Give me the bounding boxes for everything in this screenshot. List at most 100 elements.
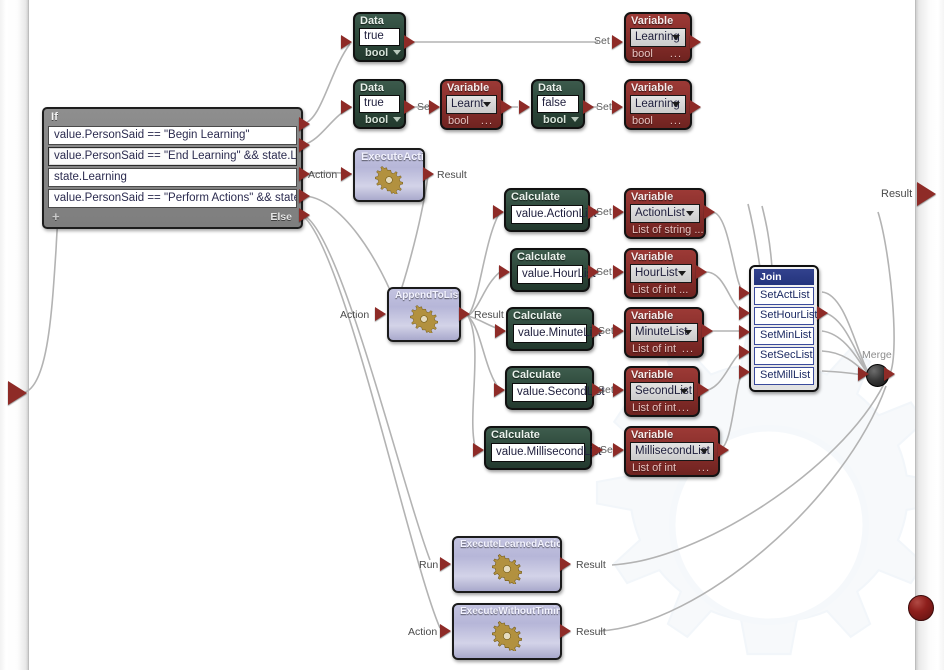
calculate-node-hourlist[interactable]: Calculate value.HourList — [510, 248, 596, 292]
variable-learning-2-input-port[interactable] — [612, 100, 623, 114]
variable-node-minutelist[interactable]: Variable MinuteList List of int ... — [624, 307, 704, 358]
calculate-node-expression[interactable]: value.ActionList — [511, 205, 597, 224]
data-node-true-1-output-port[interactable] — [404, 35, 415, 49]
var-minutelist-input-port[interactable] — [613, 324, 624, 338]
data-node-type-dropdown[interactable]: bool — [355, 113, 404, 127]
data-node-false-1[interactable]: Data false bool — [531, 79, 585, 129]
variable-name-dropdown[interactable]: Learnt — [446, 95, 497, 114]
executeaction-input-port[interactable] — [341, 167, 352, 181]
if-condition-row-1[interactable]: value.PersonSaid == "End Learning" && st… — [48, 147, 297, 166]
variable-learning-1-output-port[interactable] — [690, 35, 701, 49]
data-node-false-1-output-port[interactable] — [583, 100, 594, 114]
join-output-port[interactable] — [817, 306, 828, 320]
variable-learning-1-input-port[interactable] — [612, 35, 623, 49]
if-else-label[interactable]: Else — [270, 211, 292, 223]
variable-name-dropdown[interactable]: Learning — [630, 95, 686, 114]
executeaction-output-port[interactable] — [423, 167, 434, 181]
graph-result-port[interactable] — [917, 182, 936, 206]
action-node-executelearnedactions[interactable]: ExecuteLearnedActions — [452, 536, 562, 593]
variable-overflow-dots[interactable]: ... — [670, 115, 682, 127]
data-node-value[interactable]: true — [359, 95, 400, 113]
if-output-port-1[interactable] — [299, 138, 310, 152]
if-node[interactable]: If value.PersonSaid == "Begin Learning" … — [42, 107, 303, 229]
if-output-port-0[interactable] — [299, 117, 310, 131]
data-node-type-dropdown[interactable]: bool — [533, 113, 583, 127]
join-input-port-3[interactable] — [739, 345, 750, 359]
variable-node-learning-1[interactable]: Variable Learning bool ... — [624, 12, 692, 63]
flow-graph-canvas[interactable]: If value.PersonSaid == "Begin Learning" … — [0, 0, 944, 670]
var-millisecondlist-output-port[interactable] — [718, 443, 729, 457]
executelearnedactions-input-port[interactable] — [440, 557, 451, 571]
if-condition-row-3[interactable]: value.PersonSaid == "Perform Actions" &&… — [48, 189, 297, 208]
variable-node-hourlist[interactable]: Variable HourList List of int ... — [624, 248, 698, 299]
join-input-port-4[interactable] — [739, 365, 750, 379]
calculate-node-minutelist[interactable]: Calculate value.MinuteList — [506, 307, 601, 351]
variable-learnt-input-port[interactable] — [429, 100, 440, 114]
calc-actionlist-input-port[interactable] — [493, 205, 504, 219]
join-input-row-4[interactable]: SetMillList — [754, 367, 814, 385]
action-node-executeaction[interactable]: ExecuteAction — [353, 148, 425, 202]
join-input-row-0[interactable]: SetActList — [754, 287, 814, 305]
join-input-port-0[interactable] — [739, 286, 750, 300]
var-millisecondlist-input-port[interactable] — [613, 443, 624, 457]
data-node-true-1-input-port[interactable] — [341, 35, 352, 49]
if-condition-row-2[interactable]: state.Learning — [48, 168, 297, 187]
data-node-type-dropdown[interactable]: bool — [355, 46, 404, 60]
var-actionlist-input-port[interactable] — [613, 205, 624, 219]
graph-input-port[interactable] — [8, 381, 27, 405]
variable-node-learnt[interactable]: Variable Learnt bool ... — [440, 79, 503, 130]
variable-node-millisecondlist[interactable]: Variable MillisecondList List of int ... — [624, 426, 720, 477]
var-minutelist-output-port[interactable] — [702, 324, 713, 338]
calculate-node-expression[interactable]: value.MinuteList — [513, 324, 601, 343]
join-input-port-1[interactable] — [739, 306, 750, 320]
join-node[interactable]: Join SetActList SetHourList SetMinList S… — [749, 265, 819, 392]
variable-name-dropdown[interactable]: MinuteList — [630, 323, 698, 342]
variable-name-dropdown[interactable]: HourList — [630, 264, 692, 283]
if-condition-row-0[interactable]: value.PersonSaid == "Begin Learning" — [48, 126, 297, 145]
action-node-appendtolists[interactable]: AppendToLists — [387, 287, 461, 342]
calculate-node-secondlist[interactable]: Calculate value.SecondList — [505, 366, 605, 410]
variable-name-dropdown[interactable]: Learning — [630, 28, 686, 47]
data-node-true-2[interactable]: Data true bool — [353, 79, 406, 129]
var-actionlist-output-port[interactable] — [704, 205, 715, 219]
appendtolists-output-port[interactable] — [459, 307, 470, 321]
data-node-value[interactable]: true — [359, 28, 400, 46]
calc-minutelist-input-port[interactable] — [495, 324, 506, 338]
variable-learning-2-output-port[interactable] — [690, 100, 701, 114]
variable-overflow-dots[interactable]: ... — [682, 343, 694, 355]
variable-overflow-dots[interactable]: ... — [481, 115, 493, 127]
join-input-row-1[interactable]: SetHourList — [754, 307, 817, 325]
calculate-node-expression[interactable]: value.HourList — [517, 265, 596, 284]
executelearnedactions-output-port[interactable] — [560, 557, 571, 571]
if-output-port-else[interactable] — [299, 208, 310, 222]
join-input-port-2[interactable] — [739, 325, 750, 339]
merge-output-port[interactable] — [884, 367, 895, 381]
variable-node-actionlist[interactable]: Variable ActionList List of string ... — [624, 188, 706, 239]
variable-learnt-output-port[interactable] — [501, 100, 512, 114]
merge-input-port[interactable] — [858, 367, 869, 381]
variable-overflow-dots[interactable]: ... — [678, 402, 690, 414]
var-hourlist-input-port[interactable] — [613, 265, 624, 279]
var-secondlist-input-port[interactable] — [613, 383, 624, 397]
variable-name-dropdown[interactable]: SecondList — [630, 382, 694, 401]
data-node-true-1[interactable]: Data true bool — [353, 12, 406, 62]
variable-node-learning-2[interactable]: Variable Learning bool ... — [624, 79, 692, 130]
calculate-node-actionlist[interactable]: Calculate value.ActionList — [504, 188, 597, 232]
graph-endpoint-sphere[interactable] — [908, 595, 934, 621]
data-node-true-2-output-port[interactable] — [404, 100, 415, 114]
executewithouttiming-input-port[interactable] — [440, 624, 451, 638]
calculate-node-millisecondlist[interactable]: Calculate value.MillisecondList — [484, 426, 601, 470]
join-input-row-3[interactable]: SetSecList — [754, 347, 814, 365]
var-hourlist-output-port[interactable] — [696, 265, 707, 279]
calc-secondlist-input-port[interactable] — [494, 383, 505, 397]
executewithouttiming-output-port[interactable] — [560, 624, 571, 638]
variable-overflow-dots[interactable]: ... — [670, 48, 682, 60]
add-condition-icon[interactable]: + — [52, 209, 60, 224]
variable-overflow-dots[interactable]: ... — [698, 462, 710, 474]
calculate-node-expression[interactable]: value.SecondList — [512, 383, 605, 402]
calc-hourlist-input-port[interactable] — [499, 265, 510, 279]
action-node-executewithouttiming[interactable]: ExecuteWithoutTiming — [452, 603, 562, 660]
join-input-row-2[interactable]: SetMinList — [754, 327, 814, 345]
data-node-false-1-input-port[interactable] — [519, 100, 530, 114]
data-node-true-2-input-port[interactable] — [341, 100, 352, 114]
